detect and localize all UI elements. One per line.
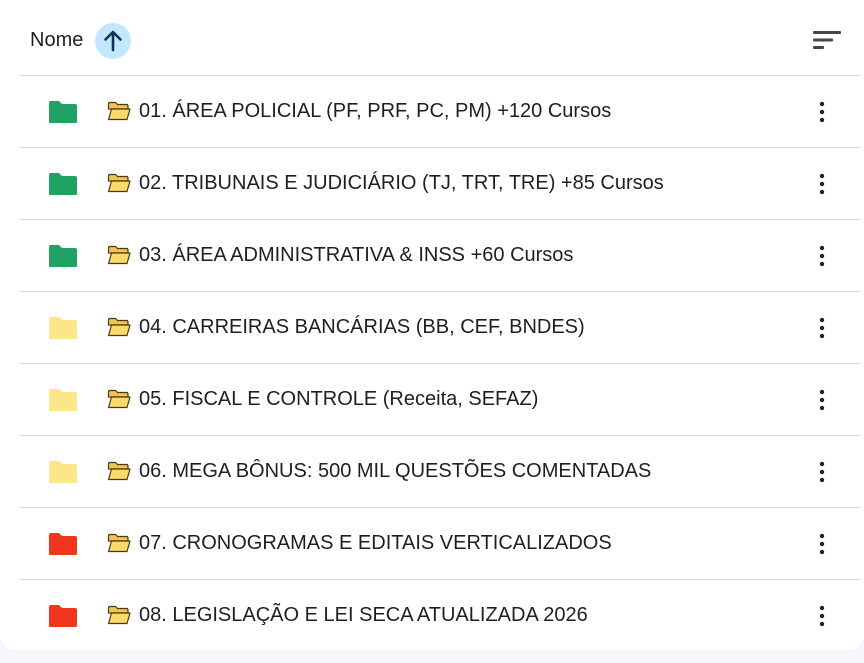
folder-name[interactable]: 06. MEGA BÔNUS: 500 MIL QUESTÕES COMENTA… bbox=[139, 459, 651, 483]
more-vert-icon bbox=[819, 173, 825, 195]
folder-name[interactable]: 07. CRONOGRAMAS E EDITAIS VERTICALIZADOS bbox=[139, 531, 612, 555]
sort-lines-icon bbox=[813, 31, 841, 49]
more-actions-button[interactable] bbox=[806, 452, 838, 492]
open-folder-emoji-icon bbox=[107, 461, 131, 481]
more-actions-button[interactable] bbox=[806, 92, 838, 132]
folder-row[interactable]: 03. ÁREA ADMINISTRATIVA & INSS +60 Curso… bbox=[20, 219, 861, 291]
more-vert-icon bbox=[819, 605, 825, 627]
sort-direction-button[interactable] bbox=[95, 23, 131, 59]
more-vert-icon bbox=[819, 101, 825, 123]
more-vert-icon bbox=[819, 389, 825, 411]
folder-name[interactable]: 02. TRIBUNAIS E JUDICIÁRIO (TJ, TRT, TRE… bbox=[139, 171, 664, 195]
open-folder-emoji-icon bbox=[107, 605, 131, 625]
open-folder-emoji-icon bbox=[107, 389, 131, 409]
folder-row[interactable]: 05. FISCAL E CONTROLE (Receita, SEFAZ) bbox=[20, 363, 861, 435]
folder-name[interactable]: 03. ÁREA ADMINISTRATIVA & INSS +60 Curso… bbox=[139, 243, 573, 267]
folder-row[interactable]: 02. TRIBUNAIS E JUDICIÁRIO (TJ, TRT, TRE… bbox=[20, 147, 861, 219]
folder-row[interactable]: 06. MEGA BÔNUS: 500 MIL QUESTÕES COMENTA… bbox=[20, 435, 861, 507]
folder-name[interactable]: 04. CARREIRAS BANCÁRIAS (BB, CEF, BNDES) bbox=[139, 315, 585, 339]
more-actions-button[interactable] bbox=[806, 308, 838, 348]
file-list-panel: Nome 01. ÁREA POLICIAL (PF, PRF, PC, PM)… bbox=[0, 0, 864, 650]
folder-icon bbox=[49, 461, 77, 483]
arrow-up-icon bbox=[104, 30, 122, 52]
folder-icon bbox=[49, 389, 77, 411]
folder-icon bbox=[49, 101, 77, 123]
sort-column-label[interactable]: Nome bbox=[30, 28, 83, 52]
open-folder-emoji-icon bbox=[107, 533, 131, 553]
more-actions-button[interactable] bbox=[806, 164, 838, 204]
folder-icon bbox=[49, 173, 77, 195]
open-folder-emoji-icon bbox=[107, 101, 131, 121]
more-actions-button[interactable] bbox=[806, 596, 838, 636]
more-actions-button[interactable] bbox=[806, 236, 838, 276]
folder-row[interactable]: 01. ÁREA POLICIAL (PF, PRF, PC, PM) +120… bbox=[20, 75, 861, 147]
folder-list: 01. ÁREA POLICIAL (PF, PRF, PC, PM) +120… bbox=[20, 75, 861, 651]
folder-name[interactable]: 08. LEGISLAÇÃO E LEI SECA ATUALIZADA 202… bbox=[139, 603, 588, 627]
folder-name[interactable]: 01. ÁREA POLICIAL (PF, PRF, PC, PM) +120… bbox=[139, 99, 611, 123]
folder-row[interactable]: 08. LEGISLAÇÃO E LEI SECA ATUALIZADA 202… bbox=[20, 579, 861, 651]
folder-row[interactable]: 04. CARREIRAS BANCÁRIAS (BB, CEF, BNDES) bbox=[20, 291, 861, 363]
list-header: Nome bbox=[0, 0, 864, 76]
open-folder-emoji-icon bbox=[107, 317, 131, 337]
more-vert-icon bbox=[819, 317, 825, 339]
more-actions-button[interactable] bbox=[806, 524, 838, 564]
open-folder-emoji-icon bbox=[107, 173, 131, 193]
more-vert-icon bbox=[819, 461, 825, 483]
open-folder-emoji-icon bbox=[107, 245, 131, 265]
folder-name[interactable]: 05. FISCAL E CONTROLE (Receita, SEFAZ) bbox=[139, 387, 538, 411]
folder-icon bbox=[49, 605, 77, 627]
more-vert-icon bbox=[819, 245, 825, 267]
folder-row[interactable]: 07. CRONOGRAMAS E EDITAIS VERTICALIZADOS bbox=[20, 507, 861, 579]
more-actions-button[interactable] bbox=[806, 380, 838, 420]
more-vert-icon bbox=[819, 533, 825, 555]
folder-icon bbox=[49, 245, 77, 267]
folder-icon bbox=[49, 533, 77, 555]
sort-options-button[interactable] bbox=[806, 22, 850, 58]
folder-icon bbox=[49, 317, 77, 339]
